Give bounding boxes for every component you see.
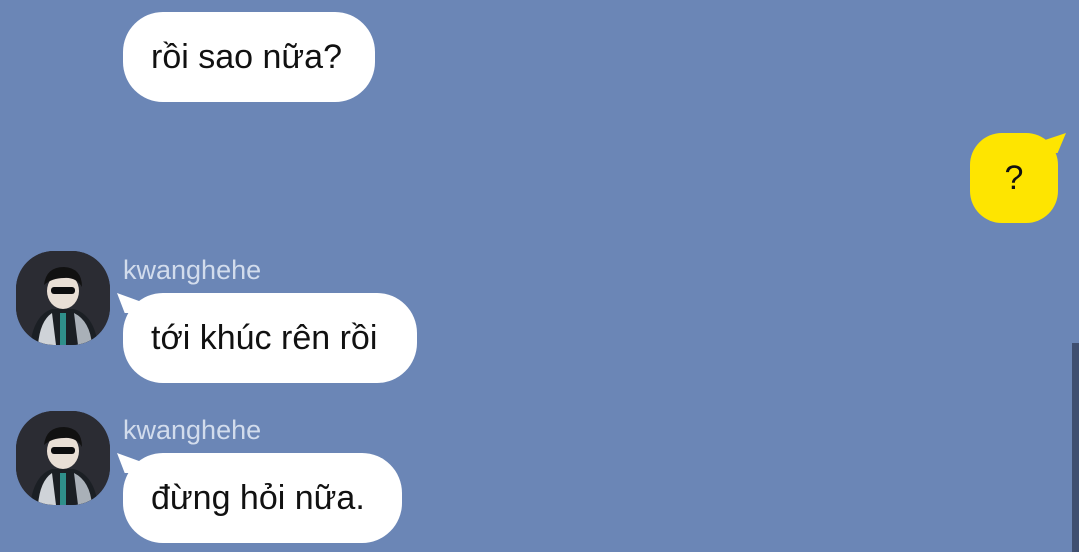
message-text: tới khúc rên rồi [151, 319, 378, 357]
outgoing-message-bubble[interactable]: ? [970, 133, 1066, 223]
bubble-tail [117, 293, 139, 313]
avatar[interactable] [16, 251, 110, 345]
sender-name: kwanghehe [123, 255, 262, 285]
incoming-message-bubble[interactable]: tới khúc rên rồi [117, 293, 417, 383]
avatar-image [16, 251, 110, 345]
sender-name: kwanghehe [123, 415, 262, 445]
bubble-tail [1042, 133, 1066, 153]
bubble-tail [117, 453, 139, 473]
message-text: rồi sao nữa? [151, 38, 342, 76]
incoming-message-bubble[interactable]: rồi sao nữa? [123, 12, 375, 102]
message-text: đừng hỏi nữa. [151, 479, 365, 517]
message-text: ? [1004, 159, 1024, 197]
chat-view: rồi sao nữa? ? kwanghehe tới khúc rên rồ… [0, 0, 1079, 552]
avatar-image [16, 411, 110, 505]
incoming-message-bubble[interactable]: đừng hỏi nữa. [117, 453, 402, 543]
avatar[interactable] [16, 411, 110, 505]
scrollbar[interactable] [1072, 343, 1079, 552]
